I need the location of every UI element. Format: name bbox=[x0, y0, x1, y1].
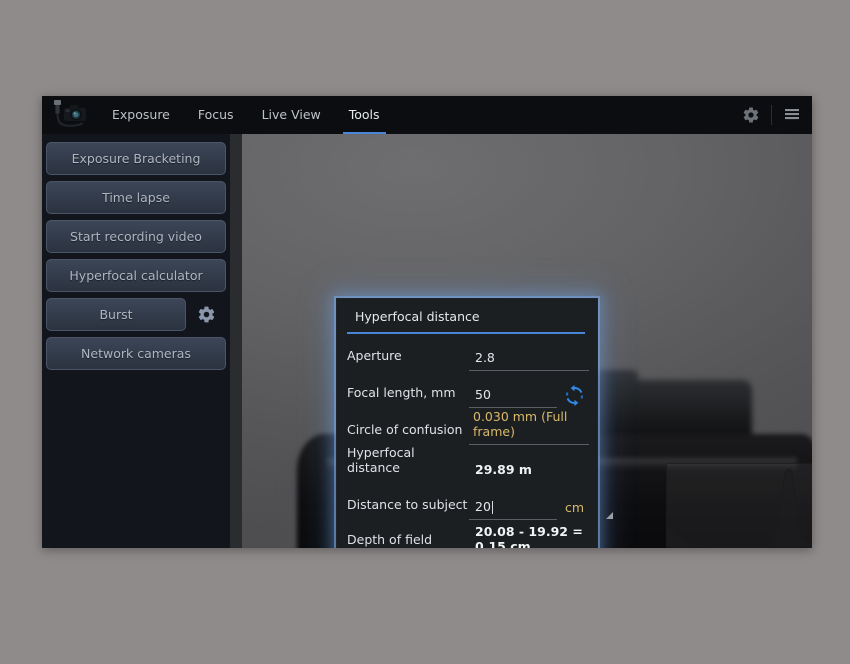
preview-left-gutter bbox=[230, 134, 242, 548]
sidebar-item-start-recording-video[interactable]: Start recording video bbox=[46, 220, 226, 253]
field-row-focal-length: Focal length, mm 50 bbox=[337, 371, 597, 408]
top-bar-actions bbox=[731, 96, 812, 134]
camera-usb-icon bbox=[42, 96, 98, 134]
aperture-input[interactable]: 2.8 bbox=[469, 349, 589, 371]
focal-length-label: Focal length, mm bbox=[347, 385, 469, 408]
circle-of-confusion-label: Circle of confusion bbox=[347, 422, 469, 445]
focal-length-control: 50 bbox=[469, 385, 591, 408]
distance-to-subject-control: 20 cm bbox=[469, 498, 613, 520]
sidebar-row: Exposure Bracketing bbox=[46, 142, 226, 175]
sidebar-row: Time lapse bbox=[46, 181, 226, 214]
hamburger-menu-icon[interactable] bbox=[772, 96, 812, 134]
tab-tools[interactable]: Tools bbox=[335, 96, 394, 134]
sidebar-item-hyperfocal-calculator[interactable]: Hyperfocal calculator bbox=[46, 259, 226, 292]
field-row-depth-of-field: Depth of field 20.08 - 19.92 = 0.15 cm bbox=[337, 520, 597, 548]
sidebar-item-time-lapse[interactable]: Time lapse bbox=[46, 181, 226, 214]
tab-exposure[interactable]: Exposure bbox=[98, 96, 184, 134]
sidebar-item-burst[interactable]: Burst bbox=[46, 298, 186, 331]
sidebar-row: Hyperfocal calculator bbox=[46, 259, 226, 292]
field-row-aperture: Aperture 2.8 bbox=[337, 334, 597, 371]
sidebar-item-network-cameras[interactable]: Network cameras bbox=[46, 337, 226, 370]
tools-sidebar: Exposure Bracketing Time lapse Start rec… bbox=[42, 134, 230, 548]
tab-live-view[interactable]: Live View bbox=[248, 96, 335, 134]
field-row-distance-to-subject: Distance to subject 20 cm bbox=[337, 483, 597, 520]
top-navigation-bar: Exposure Focus Live View Tools bbox=[42, 96, 812, 134]
refresh-sync-icon[interactable] bbox=[557, 385, 591, 408]
hyperfocal-distance-dialog: Hyperfocal distance Aperture 2.8 Focal l… bbox=[336, 298, 598, 548]
tab-list: Exposure Focus Live View Tools bbox=[98, 96, 394, 134]
dropdown-triangle-icon bbox=[606, 512, 613, 519]
tab-focus[interactable]: Focus bbox=[184, 96, 248, 134]
depth-of-field-value: 20.08 - 19.92 = 0.15 cm bbox=[469, 524, 589, 548]
gear-icon[interactable] bbox=[731, 96, 771, 134]
aperture-control: 2.8 bbox=[469, 349, 589, 371]
burst-settings-gear-icon[interactable] bbox=[186, 298, 226, 331]
sidebar-row: Network cameras bbox=[46, 337, 226, 370]
sidebar-row: Start recording video bbox=[46, 220, 226, 253]
aperture-label: Aperture bbox=[347, 348, 469, 371]
distance-to-subject-value: 20 bbox=[475, 499, 491, 514]
field-row-hyperfocal-distance: Hyperfocal distance 29.89 m bbox=[337, 445, 597, 483]
focal-length-input[interactable]: 50 bbox=[469, 386, 557, 408]
distance-unit-dropdown[interactable]: cm bbox=[557, 498, 613, 520]
distance-to-subject-input[interactable]: 20 bbox=[469, 498, 557, 520]
circle-of-confusion-control: 0.030 mm (Full frame) bbox=[469, 409, 589, 445]
hyperfocal-distance-control: 29.89 m bbox=[469, 462, 589, 483]
dialog-title: Hyperfocal distance bbox=[337, 299, 597, 332]
text-cursor bbox=[492, 501, 493, 514]
live-histogram-overlay bbox=[666, 463, 812, 547]
sidebar-item-exposure-bracketing[interactable]: Exposure Bracketing bbox=[46, 142, 226, 175]
distance-to-subject-label: Distance to subject bbox=[347, 497, 469, 520]
depth-of-field-label: Depth of field bbox=[347, 532, 469, 547]
distance-unit-value: cm bbox=[565, 500, 584, 515]
field-row-circle-of-confusion: Circle of confusion 0.030 mm (Full frame… bbox=[337, 408, 597, 445]
hyperfocal-distance-label: Hyperfocal distance bbox=[347, 445, 469, 483]
circle-of-confusion-dropdown[interactable]: 0.030 mm (Full frame) bbox=[469, 409, 589, 445]
hyperfocal-distance-value: 29.89 m bbox=[469, 462, 589, 483]
application-window: Exposure Focus Live View Tools bbox=[42, 96, 812, 548]
sidebar-row: Burst bbox=[46, 298, 226, 331]
